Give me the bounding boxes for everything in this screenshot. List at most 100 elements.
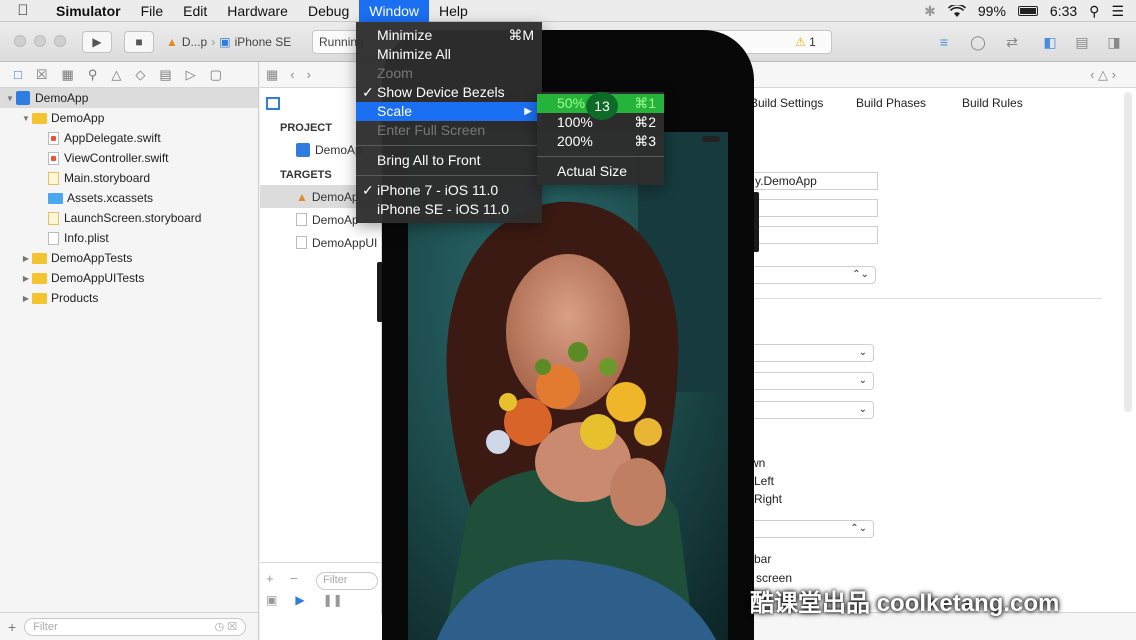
menu-debug[interactable]: Debug [298,0,359,22]
deployment-target-popup[interactable]: ⌄ [750,344,874,362]
clock[interactable]: 6:33 [1050,3,1077,19]
related-items-icon[interactable]: ▦ [266,67,278,83]
scheme-selector[interactable]: ▲ D...p › ▣ iPhone SE [166,31,291,53]
menu-help[interactable]: Help [429,0,478,22]
tree-item[interactable]: ▶ DemoAppTests [0,248,258,268]
main-interface-popup[interactable]: ⌄ [750,401,874,419]
stop-button[interactable]: ■ [124,31,154,53]
sidebar-toggle-icon[interactable] [266,97,280,110]
tree-item[interactable]: LaunchScreen.storyboard [0,208,258,228]
disclosure-closed-icon[interactable]: ▶ [20,274,32,283]
app-target-icon: ▲ [296,189,308,204]
zoom-window-button[interactable] [54,35,66,47]
symbol-nav-icon[interactable]: ▦ [62,67,74,83]
status-bar-style-popup[interactable]: ⌃⌄ [750,520,874,538]
tree-item[interactable]: Main.storyboard [0,168,258,188]
menu-edit[interactable]: Edit [173,0,217,22]
find-nav-icon[interactable]: ⚲ [88,67,98,83]
list-icon[interactable]: ☰ [1111,3,1124,20]
source-control-icon[interactable]: ☒ [36,67,48,83]
menu-app-simulator[interactable]: Simulator [46,0,131,22]
issue-nav-icon[interactable]: △ [111,67,121,83]
standard-editor-icon[interactable]: ≡ [930,31,958,53]
menu-window[interactable]: Window [359,0,430,22]
scale-menu-item-label: Actual Size [557,163,628,179]
team-popup[interactable]: ⌃⌄ [750,266,876,284]
minimize-window-button[interactable] [34,35,46,47]
disclosure-open-icon[interactable]: ▼ [20,114,32,123]
folder-nav-icon[interactable]: □ [14,67,22,82]
navigator-toggle-icon[interactable]: ◧ [1036,31,1064,53]
apple-icon[interactable]:  [0,2,46,19]
tree-item[interactable]: ▶ Products [0,288,258,308]
wifi-icon[interactable] [947,4,966,18]
disclosure-closed-icon[interactable]: ▶ [20,254,32,263]
menu-file[interactable]: File [131,0,174,22]
menu-hardware[interactable]: Hardware [217,0,298,22]
bundle-identifier-field[interactable]: y.DemoApp [750,172,878,190]
bluetooth-icon[interactable]: ✱ [924,3,936,20]
battery-icon[interactable] [1017,6,1038,16]
recent-filter-icon[interactable]: ◷ ☒ [215,620,238,633]
tree-item[interactable]: ViewController.swift [0,148,258,168]
target-filter-input[interactable]: Filter [316,572,378,590]
debug-nav-icon[interactable]: ▤ [159,67,171,83]
back-icon[interactable]: ‹ [290,67,294,82]
hide-debug-icon[interactable]: ▣ [266,593,277,607]
pause-icon[interactable]: ❚❚ [323,593,343,607]
tree-item[interactable]: Assets.xcassets [0,188,258,208]
window-menu-item[interactable]: Scale ▶ [356,102,542,121]
window-menu-item[interactable]: Minimize All [356,45,542,64]
tree-item[interactable]: ▼ DemoApp [0,88,258,108]
disclosure-open-icon[interactable]: ▼ [4,94,16,103]
scale-menu-item[interactable]: 200% ⌘3 [537,132,664,151]
breakpoint-icon[interactable]: ▶ [295,593,304,607]
orientation-right-label[interactable]: Right [754,492,782,506]
test-nav-icon[interactable]: ◇ [135,67,145,83]
hide-status-bar-label[interactable]: bar [754,552,771,566]
add-icon[interactable]: + [8,619,16,635]
tree-item[interactable]: ▼ DemoApp [0,108,258,128]
scale-menu-item[interactable]: Actual Size [537,162,664,181]
run-button[interactable]: ▶ [82,31,112,53]
window-menu-item-label: Bring All to Front [377,152,481,168]
tab-build-settings[interactable]: Build Settings [750,96,856,110]
window-menu-item[interactable]: ✓ Show Device Bezels [356,83,542,102]
build-field[interactable] [750,226,878,244]
window-menu-item[interactable]: Bring All to Front [356,151,542,170]
warning-icon: ⚠ [795,35,806,49]
add-target-icon[interactable]: + [266,571,274,586]
issue-nav-arrows[interactable]: ‹ △ › [1090,67,1116,83]
test-target-icon [296,213,307,226]
tab-build-rules[interactable]: Build Rules [962,96,1068,110]
debug-toggle-icon[interactable]: ▤ [1068,31,1096,53]
window-menu-item[interactable]: Minimize ⌘M [356,26,542,45]
forward-icon[interactable]: › [307,67,311,82]
version-editor-icon[interactable]: ⇄ [998,31,1026,53]
assistant-editor-icon[interactable]: ◯ [964,31,992,53]
remove-target-icon[interactable]: − [290,571,298,586]
report-nav-icon[interactable]: ▢ [210,67,222,83]
close-window-button[interactable] [14,35,26,47]
tree-item[interactable]: ▶ DemoAppUITests [0,268,258,288]
window-menu-item: Enter Full Screen [356,121,542,140]
battery-percent: 99% [977,3,1006,19]
tab-build-phases[interactable]: Build Phases [856,96,962,110]
tree-item-label: Assets.xcassets [67,191,154,205]
orientation-left-label[interactable]: Left [754,474,774,488]
tree-item[interactable]: AppDelegate.swift [0,128,258,148]
devices-popup[interactable]: ⌄ [750,372,874,390]
utilities-toggle-icon[interactable]: ◨ [1100,31,1128,53]
disclosure-closed-icon[interactable]: ▶ [20,294,32,303]
warning-indicator[interactable]: ⚠ 1 [795,35,816,49]
tree-item[interactable]: Info.plist [0,228,258,248]
version-field[interactable] [750,199,878,217]
editor-scrollbar[interactable] [1124,92,1132,412]
window-menu-item[interactable]: iPhone SE - iOS 11.0 [356,200,542,219]
search-icon[interactable]: ⚲ [1089,3,1099,20]
breakpoint-nav-icon[interactable]: ▷ [186,67,196,83]
navigator-filter-input[interactable]: Filter ◷ ☒ [24,617,247,636]
target-item-uitests[interactable]: DemoAppUI [260,231,381,254]
tree-item-label: LaunchScreen.storyboard [64,211,202,225]
window-menu-item[interactable]: ✓ iPhone 7 - iOS 11.0 [356,181,542,200]
